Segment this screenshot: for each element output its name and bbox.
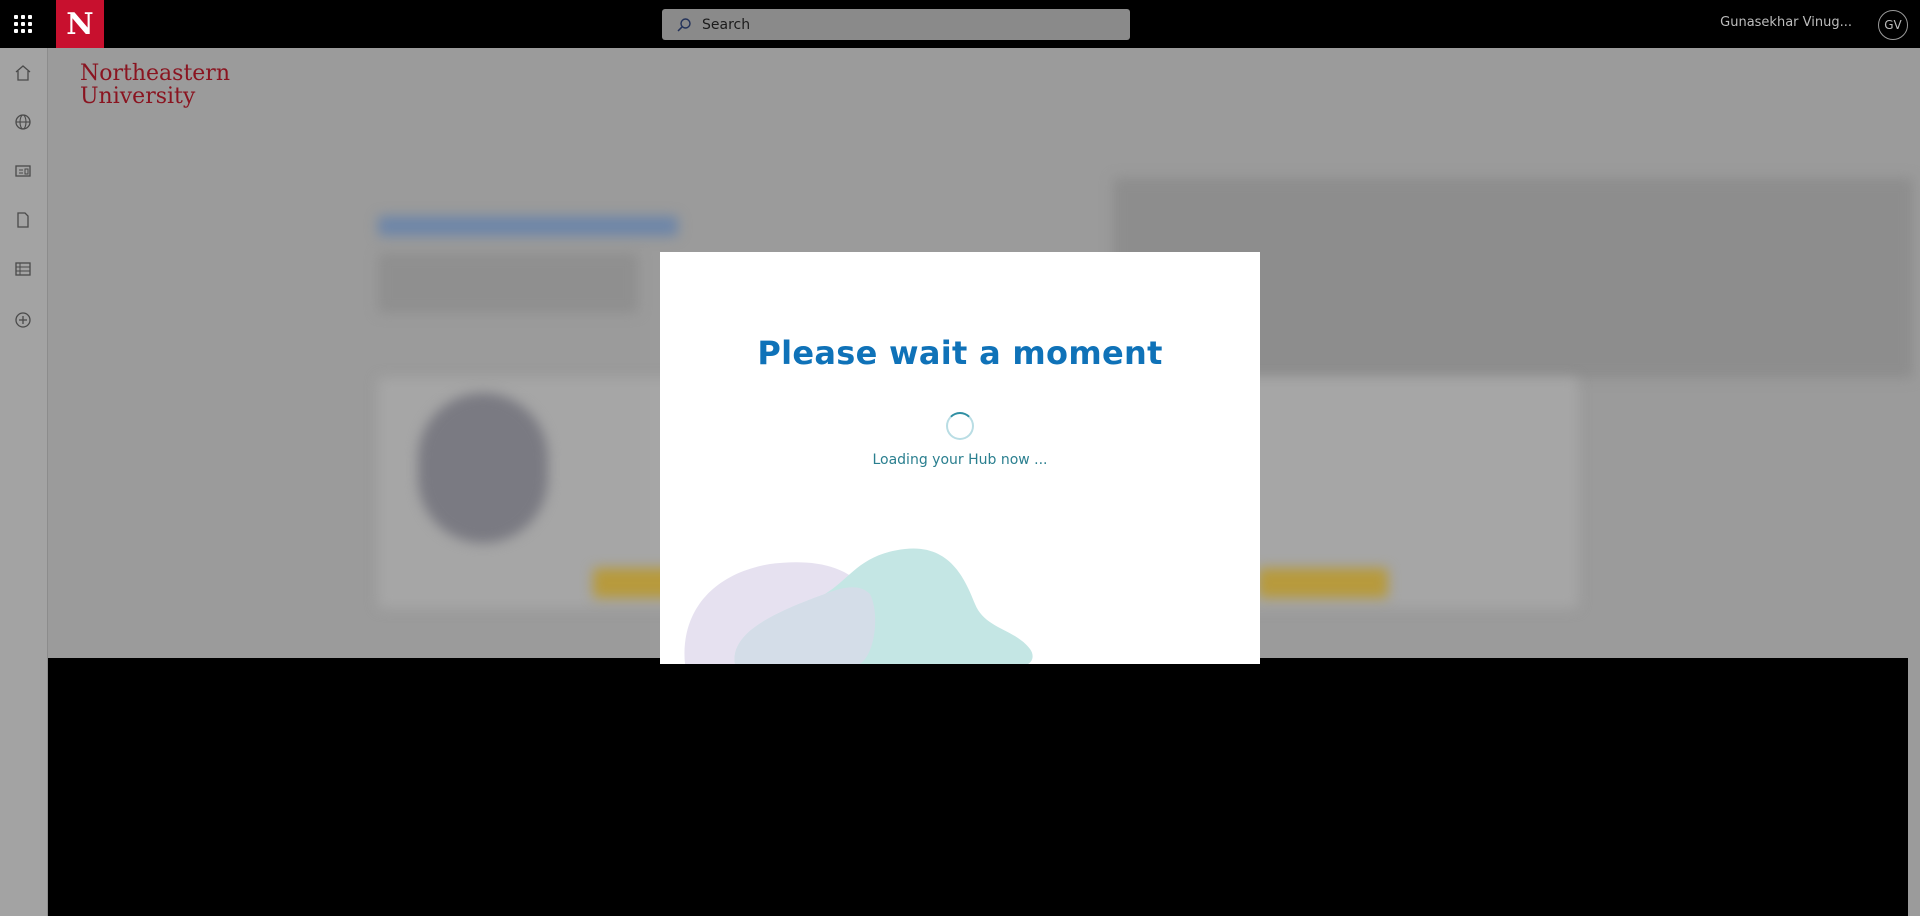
loading-message: Loading your Hub now ...: [872, 452, 1048, 468]
user-name[interactable]: Gunasekhar Vinug...: [1720, 15, 1852, 30]
document-icon[interactable]: [12, 209, 34, 231]
loading-spinner-icon: [946, 412, 974, 440]
app-launcher-button[interactable]: [0, 0, 46, 48]
logo-letter: N: [66, 6, 94, 42]
loading-dialog: Please wait a moment Loading your Hub no…: [660, 252, 1260, 664]
northeastern-logo[interactable]: N: [56, 0, 104, 48]
blurred-button-2: [1258, 568, 1388, 598]
list-icon[interactable]: [12, 258, 34, 280]
id-card-icon[interactable]: [12, 160, 34, 182]
top-bar: N Search Gunasekhar Vinug... GV: [0, 0, 1920, 48]
dialog-title: Please wait a moment: [757, 334, 1163, 372]
waffle-icon: [14, 15, 32, 33]
add-circle-icon[interactable]: [12, 309, 34, 331]
page-footer: [48, 658, 1908, 916]
university-wordmark: Northeastern University: [80, 62, 230, 108]
decorative-blobs: [684, 548, 1033, 664]
wordmark-line-2: University: [80, 84, 196, 109]
search-placeholder: Search: [702, 16, 751, 33]
blurred-text: [378, 253, 638, 313]
wordmark-line-1: Northeastern: [80, 61, 230, 86]
blurred-illustration: [418, 393, 548, 543]
home-icon[interactable]: [12, 62, 34, 84]
avatar[interactable]: GV: [1878, 10, 1908, 40]
globe-icon[interactable]: [12, 111, 34, 133]
left-nav-rail: [0, 48, 48, 916]
search-icon: [677, 17, 691, 32]
blurred-heading: [378, 216, 678, 236]
search-input[interactable]: Search: [662, 9, 1130, 40]
